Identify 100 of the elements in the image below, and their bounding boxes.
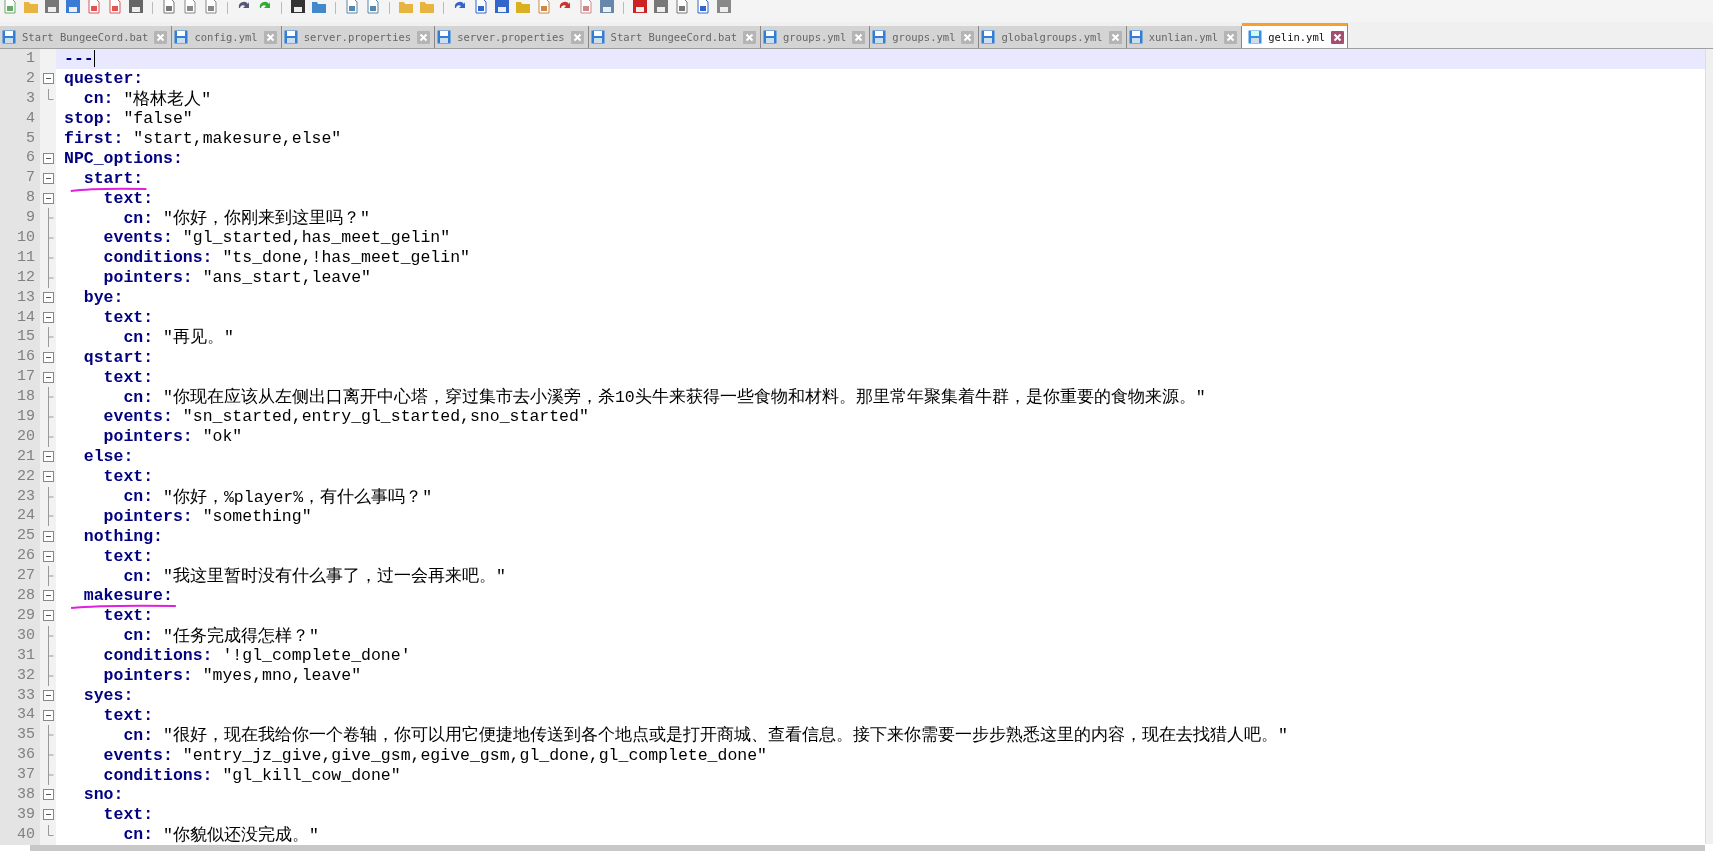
- line-number: 11: [0, 247, 40, 268]
- line-number: 32: [0, 665, 40, 686]
- yaml-value: "任务完成得怎样？": [162, 625, 319, 647]
- yaml-key: conditions:: [64, 646, 213, 666]
- line-number: 8: [0, 188, 40, 209]
- collapse-icon[interactable]: [42, 530, 54, 542]
- file-tab[interactable]: globalgroups.yml: [979, 26, 1127, 48]
- yaml-value: "entry_jz_give,give_gsm,egive_gsm,gl_done,gl_complete_done": [181, 745, 768, 765]
- line-number: 16: [0, 347, 40, 368]
- collapse-icon[interactable]: [42, 292, 54, 304]
- save-all-icon[interactable]: [65, 0, 81, 14]
- file-tab[interactable]: server.properties: [435, 26, 589, 48]
- horizontal-scrollbar[interactable]: [30, 845, 1705, 851]
- yaml-key: nothing:: [64, 526, 164, 546]
- line-number: 12: [0, 267, 40, 288]
- yaml-key: pointers:: [64, 427, 193, 447]
- collapse-icon[interactable]: [42, 351, 54, 363]
- line-number: 15: [0, 327, 40, 348]
- collapse-icon[interactable]: [42, 192, 54, 204]
- yaml-key: events:: [64, 745, 173, 765]
- collapse-icon[interactable]: [42, 789, 54, 801]
- yaml-key: text:: [64, 467, 154, 487]
- collapse-icon[interactable]: [42, 152, 54, 164]
- document-icon[interactable]: [578, 0, 594, 14]
- yaml-key: cn:: [64, 566, 154, 586]
- yaml-value: "sn_started,entry_gl_started,sno_started": [181, 407, 589, 427]
- yaml-key: qstart:: [64, 347, 154, 367]
- line-number: 28: [0, 586, 40, 606]
- vertical-scrollbar[interactable]: [1705, 49, 1713, 844]
- line-number: 1: [0, 49, 40, 69]
- yaml-value: "你好，%player%，有什么事吗？": [162, 486, 433, 508]
- yaml-value: "你好，你刚来到这里吗？": [162, 208, 370, 230]
- yaml-key: text:: [64, 606, 154, 626]
- line-number: 33: [0, 685, 40, 706]
- collapse-icon[interactable]: [42, 709, 54, 721]
- yaml-value: "再见。": [162, 327, 234, 349]
- collapse-icon[interactable]: [42, 590, 54, 602]
- yaml-key: text:: [64, 308, 154, 327]
- collapse-icon[interactable]: [42, 451, 54, 463]
- yaml-value: "ok": [201, 427, 243, 447]
- line-number: 34: [0, 705, 40, 726]
- file-tab[interactable]: gelin.yml: [1242, 23, 1349, 48]
- yaml-key: bye:: [64, 288, 124, 308]
- yaml-key: cn:: [64, 387, 154, 407]
- yaml-key: else:: [64, 447, 134, 467]
- file-tab[interactable]: groups.yml: [870, 26, 980, 48]
- yaml-key: conditions:: [64, 248, 213, 268]
- line-number: 37: [0, 765, 40, 785]
- collapse-icon[interactable]: [42, 610, 54, 622]
- line-number: 40: [0, 824, 40, 845]
- yaml-value: "false": [122, 109, 193, 129]
- yaml-key: stop:: [64, 109, 114, 129]
- file-tab[interactable]: Start BungeeCord.bat: [588, 26, 762, 48]
- yaml-key: text:: [64, 188, 154, 208]
- line-number: 2: [0, 68, 40, 89]
- save-icon[interactable]: [44, 0, 60, 14]
- file-tab[interactable]: xunlian.yml: [1126, 26, 1243, 48]
- line-number: 25: [0, 526, 40, 547]
- yaml-key: pointers:: [64, 268, 193, 288]
- yaml-value: "你现在应该从左侧出口离开中心塔，穿过集市去小溪旁，杀10头牛来获得一些食物和材料。那里常年聚集着牛群，是你重要的食物来源。": [162, 386, 1206, 409]
- line-number: 24: [0, 506, 40, 527]
- file-tab[interactable]: Start BungeeCord.bat: [0, 26, 173, 48]
- yaml-value: "something": [201, 506, 312, 526]
- yaml-value: "gl_started,has_meet_gelin": [181, 228, 451, 248]
- line-number: 7: [0, 168, 40, 189]
- yaml-key: text:: [64, 546, 154, 566]
- new-file-icon[interactable]: [2, 0, 18, 14]
- collapse-icon[interactable]: [42, 312, 54, 323]
- line-number: 20: [0, 426, 40, 447]
- file-tab[interactable]: groups.yml: [761, 26, 871, 48]
- line-number: 14: [0, 307, 40, 328]
- file-tab[interactable]: config.yml: [172, 26, 282, 48]
- file-tab[interactable]: server.properties: [281, 26, 436, 48]
- collapse-icon[interactable]: [42, 809, 54, 821]
- collapse-icon[interactable]: [42, 471, 54, 483]
- line-number: 29: [0, 605, 40, 626]
- yaml-value: '!gl_complete_done': [221, 646, 411, 666]
- yaml-value: "格林老人": [122, 88, 212, 110]
- collapse-icon[interactable]: [42, 550, 54, 562]
- yaml-key: events:: [64, 228, 173, 248]
- line-number: 9: [0, 208, 40, 228]
- collapse-icon[interactable]: [42, 73, 54, 85]
- line-number: 31: [0, 645, 40, 666]
- line-number: 6: [0, 148, 40, 169]
- collapse-icon[interactable]: [42, 371, 54, 383]
- yaml-value: "很好，现在我给你一个卷轴，你可以用它便捷地传送到各个地点或是打开商城、查看信息。接下来你需要一步步熟悉这里的内容，现在去找猎人吧。": [162, 724, 1288, 747]
- line-number: 30: [0, 625, 40, 646]
- collapse-icon[interactable]: [42, 172, 54, 184]
- yaml-key: cn:: [64, 626, 154, 646]
- line-number: 35: [0, 725, 40, 746]
- line-number: 38: [0, 784, 40, 805]
- line-number: 21: [0, 446, 40, 467]
- collapse-icon[interactable]: [42, 689, 54, 701]
- yaml-value: "ans_start,leave": [201, 268, 371, 288]
- yaml-key: cn:: [64, 725, 154, 745]
- line-number: 39: [0, 804, 40, 825]
- line-number: 22: [0, 466, 40, 487]
- line-number: 26: [0, 546, 40, 567]
- yaml-value: "ts_done,!has_meet_gelin": [221, 248, 470, 268]
- line-number: 13: [0, 287, 40, 308]
